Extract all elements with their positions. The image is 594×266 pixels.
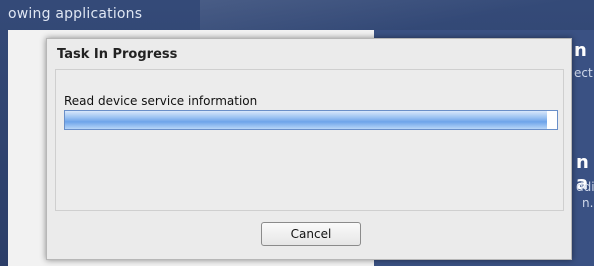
dialog-content: Read device service information [55, 69, 564, 211]
task-progress-dialog: Task In Progress Read device service inf… [46, 38, 572, 260]
dialog-title: Task In Progress [57, 47, 178, 62]
cancel-button[interactable]: Cancel [261, 222, 361, 246]
background-heading-fragment: n [574, 40, 587, 61]
progress-fill [65, 111, 548, 129]
progress-bar [64, 110, 558, 130]
task-label: Read device service information [64, 94, 258, 108]
background-header-text: owing applications [8, 6, 143, 22]
background-text-fragment: ect [574, 66, 593, 80]
background-text-fragment: n. [582, 196, 594, 210]
background-text-fragment: ddi [576, 180, 594, 194]
